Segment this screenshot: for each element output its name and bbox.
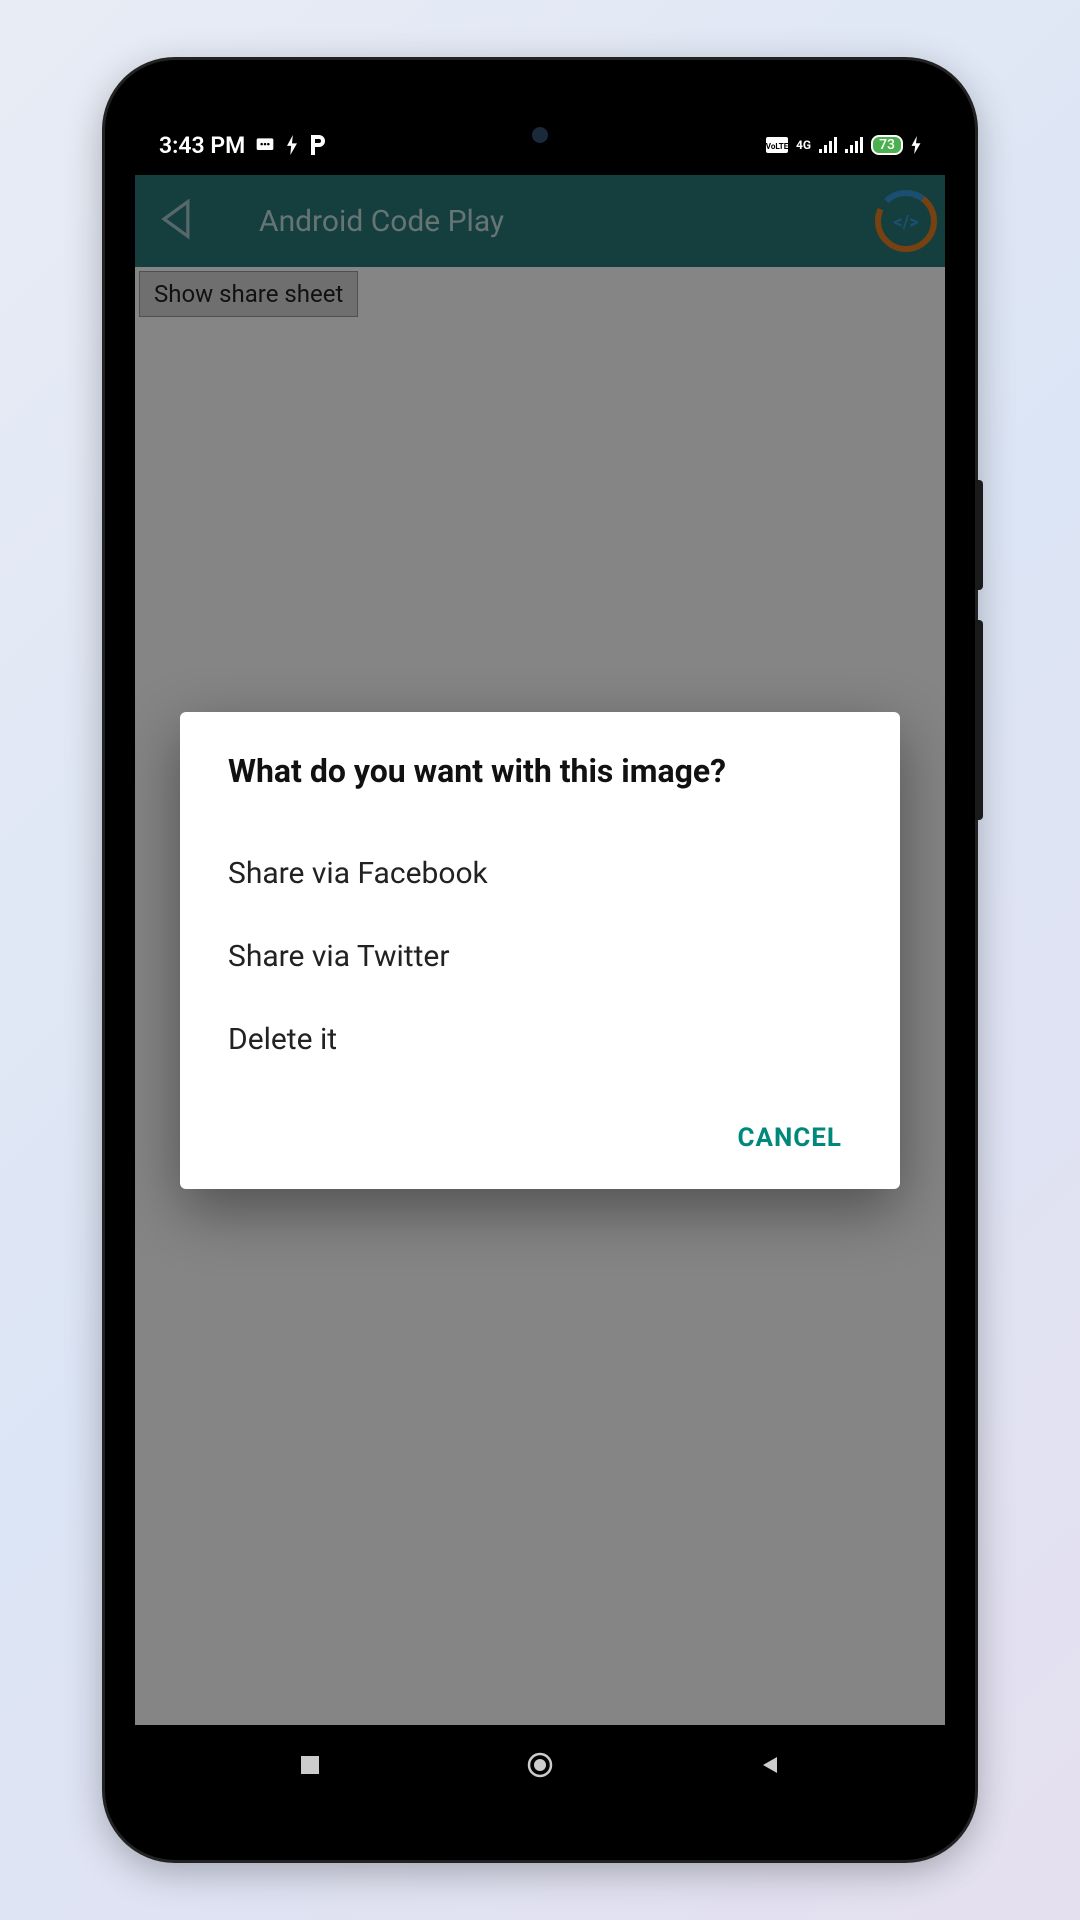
option-share-facebook[interactable]: Share via Facebook bbox=[228, 832, 852, 915]
screen: 3:43 PM VoLTE 4G bbox=[135, 115, 945, 1805]
volte-icon: VoLTE bbox=[766, 137, 788, 153]
volume-up-button bbox=[975, 480, 983, 590]
navigation-bar bbox=[135, 1725, 945, 1805]
svg-text:VoLTE: VoLTE bbox=[766, 142, 788, 151]
volume-down-button bbox=[975, 620, 983, 820]
signal-bars-icon bbox=[819, 137, 837, 153]
option-delete[interactable]: Delete it bbox=[228, 998, 852, 1081]
battery-icon: 73 bbox=[871, 135, 903, 155]
status-time: 3:43 PM bbox=[159, 132, 245, 159]
p-icon bbox=[309, 135, 327, 155]
signal-bars-icon-2 bbox=[845, 137, 863, 153]
status-right: VoLTE 4G 73 bbox=[766, 135, 921, 155]
charging-icon bbox=[911, 136, 921, 154]
phone-frame: 3:43 PM VoLTE 4G bbox=[105, 60, 975, 1860]
status-left: 3:43 PM bbox=[159, 132, 327, 159]
dialog-title: What do you want with this image? bbox=[228, 752, 852, 790]
dialog-actions: CANCEL bbox=[228, 1111, 852, 1165]
flash-icon bbox=[285, 135, 299, 155]
share-dialog: What do you want with this image? Share … bbox=[180, 712, 900, 1189]
back-button[interactable] bbox=[756, 1751, 784, 1779]
front-camera bbox=[532, 127, 548, 143]
recent-apps-button[interactable] bbox=[296, 1751, 324, 1779]
option-share-twitter[interactable]: Share via Twitter bbox=[228, 915, 852, 998]
cancel-button[interactable]: CANCEL bbox=[727, 1111, 852, 1165]
sms-icon bbox=[255, 135, 275, 155]
modal-overlay[interactable]: What do you want with this image? Share … bbox=[135, 175, 945, 1725]
battery-level: 73 bbox=[879, 137, 895, 153]
signal-4g-icon: 4G bbox=[796, 138, 811, 152]
home-button[interactable] bbox=[526, 1751, 554, 1779]
